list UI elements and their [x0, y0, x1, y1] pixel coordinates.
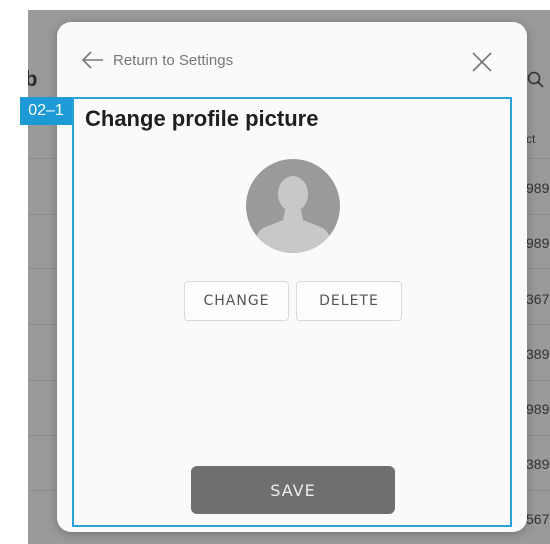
return-to-settings-link[interactable]: Return to Settings — [81, 50, 233, 70]
return-to-settings-label: Return to Settings — [113, 51, 234, 69]
annotation-tag: 02–1 — [20, 97, 72, 125]
close-icon[interactable] — [470, 50, 494, 74]
user-avatar-icon — [246, 159, 340, 253]
background-row-value: 989 — [526, 180, 550, 196]
change-button[interactable]: CHANGE — [184, 281, 289, 321]
background-column-header: ct — [526, 132, 536, 146]
background-row-value: 389 — [526, 456, 550, 472]
save-button[interactable]: SAVE — [191, 466, 395, 514]
background-page-title: mb — [28, 68, 38, 91]
background-row-value: 567 — [526, 511, 550, 527]
modal-header: Return to Settings — [57, 22, 527, 92]
background-row-value: 989 — [526, 401, 550, 417]
background-row-value: 389 — [526, 346, 550, 362]
page-title: Change profile picture — [85, 106, 319, 131]
background-row-value: 367 — [526, 291, 550, 307]
background-row-value: 989 — [526, 235, 550, 251]
search-icon — [527, 71, 544, 88]
arrow-left-icon — [81, 51, 103, 69]
delete-button[interactable]: DELETE — [296, 281, 402, 321]
